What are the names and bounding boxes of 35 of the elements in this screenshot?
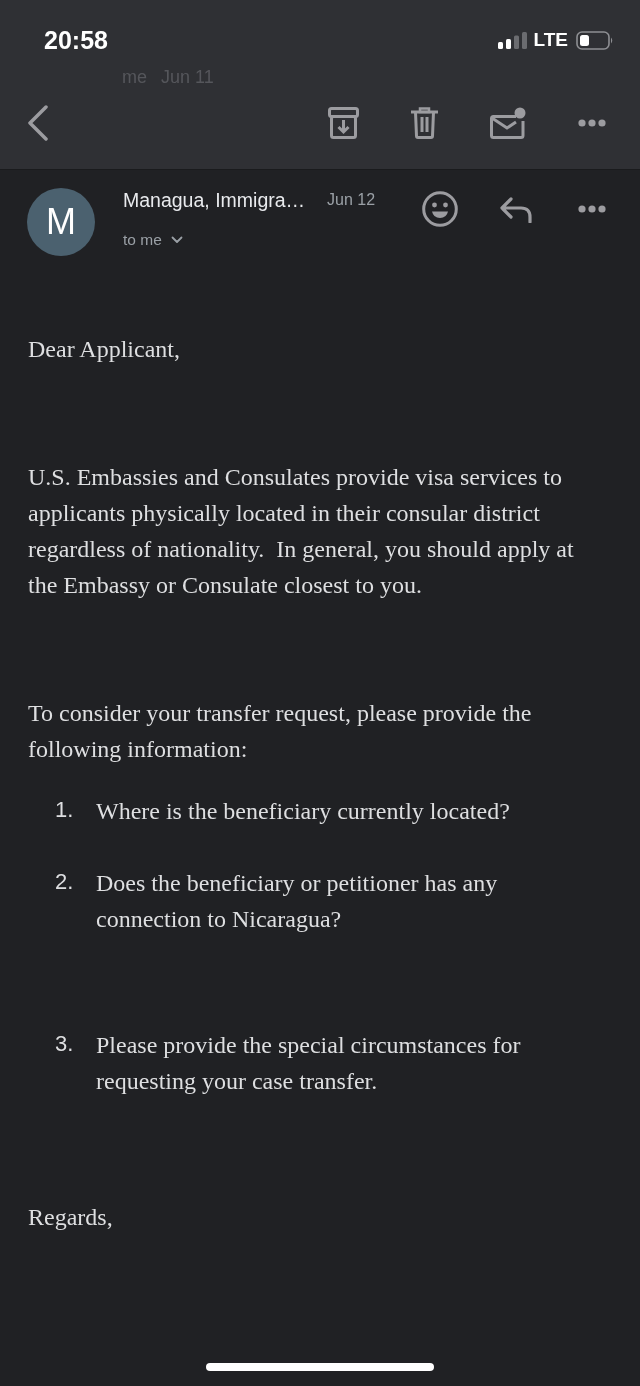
greeting-text: Dear Applicant, [28, 335, 181, 364]
mark-unread-button[interactable] [490, 107, 526, 139]
network-label: LTE [533, 29, 568, 51]
question-text: Does the beneficiary or petitioner has any connection to Nicaragua? [96, 869, 499, 934]
signal-icon [497, 31, 528, 49]
list-number: 3. [55, 1030, 75, 1058]
reply-button[interactable] [499, 195, 533, 223]
list-number: 1. [55, 796, 75, 824]
more-button[interactable] [578, 119, 606, 127]
message-date: Jun 12 [327, 190, 376, 210]
more-dots-icon [578, 119, 606, 127]
recipient-details-button[interactable]: to me [123, 230, 183, 250]
list-number: 2. [55, 868, 75, 896]
message-more-button[interactable] [578, 205, 606, 213]
reaction-button[interactable] [422, 191, 458, 227]
sender-name: Managua, Immigra… [123, 188, 306, 212]
status-time: 20:58 [44, 26, 108, 54]
trash-icon [411, 107, 438, 139]
sender-avatar: M [27, 188, 95, 256]
chevron-down-icon [170, 236, 183, 244]
back-chevron-icon [27, 105, 49, 141]
body-paragraph: U.S. Embassies and Consulates provide visa services to applicants physically located in their consular district regardless of nationality. In general, you should apply at the Embassy or Consulate closest to you. [28, 463, 575, 600]
archive-button[interactable] [328, 107, 359, 139]
back-button[interactable] [27, 105, 49, 141]
body-paragraph: To consider your transfer request, please provide the following information: [28, 699, 533, 764]
smiley-icon [422, 191, 458, 227]
archive-icon [328, 107, 359, 139]
envelope-dot-icon [490, 107, 526, 139]
delete-button[interactable] [411, 107, 438, 139]
reply-arrow-icon [499, 195, 533, 223]
more-dots-icon [578, 205, 606, 213]
question-text: Please provide the special circumstances for requesting your case transfer. [96, 1031, 522, 1096]
closing-text: Regards, [28, 1203, 114, 1232]
question-text: Where is the beneficiary currently located? [96, 797, 511, 826]
battery-icon [576, 30, 614, 50]
